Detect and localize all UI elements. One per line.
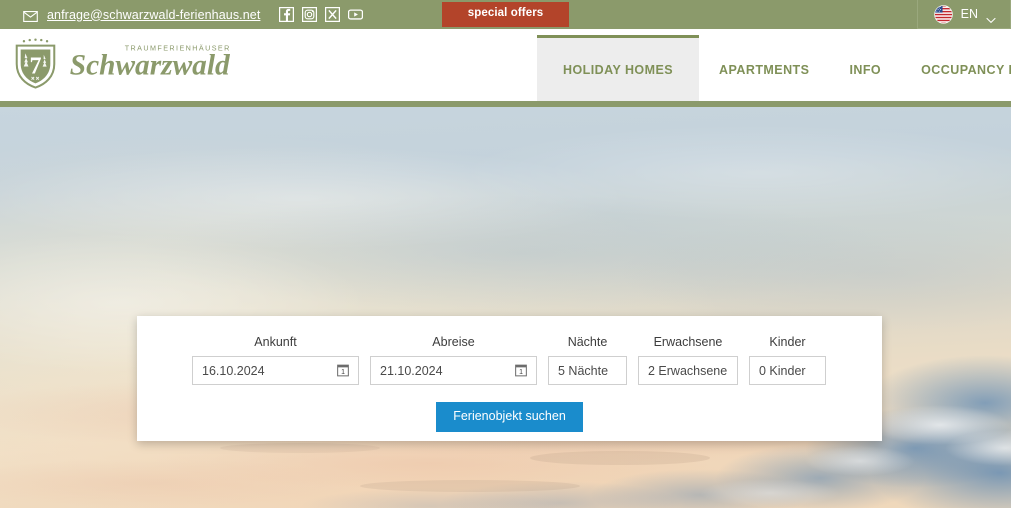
departure-date-value[interactable] bbox=[380, 363, 515, 378]
adults-value[interactable] bbox=[648, 363, 728, 378]
main-navigation: HOLIDAY HOMES APARTMENTS INFO OCCUPANCY … bbox=[537, 35, 1011, 101]
arrival-date-value[interactable] bbox=[202, 363, 337, 378]
youtube-icon[interactable] bbox=[348, 7, 364, 22]
field-adults-label: Erwachsene bbox=[653, 335, 723, 349]
field-adults: Erwachsene bbox=[638, 335, 738, 385]
us-flag-icon bbox=[933, 4, 953, 24]
field-children-label: Kinder bbox=[769, 335, 806, 349]
children-value[interactable] bbox=[759, 363, 816, 378]
svg-text:1: 1 bbox=[519, 369, 523, 376]
chevron-down-icon bbox=[986, 11, 996, 23]
field-nights-input[interactable] bbox=[548, 356, 627, 385]
nav-item-info[interactable]: INFO bbox=[829, 35, 901, 101]
field-children: Kinder bbox=[749, 335, 826, 385]
calendar-picker-icon[interactable]: 1 bbox=[337, 364, 349, 377]
facebook-icon[interactable] bbox=[279, 6, 295, 23]
x-twitter-icon[interactable] bbox=[325, 6, 341, 23]
site-header: 7 TRAUMFERIENHÄUSER Schwarzwald HOLIDAY … bbox=[0, 29, 1011, 103]
search-submit-row: Ferienobjekt suchen bbox=[137, 402, 882, 432]
field-children-input[interactable] bbox=[749, 356, 826, 385]
topbar-contact-group: anfrage@schwarzwald-ferienhaus.net bbox=[0, 0, 364, 29]
field-nights-label: Nächte bbox=[567, 335, 608, 349]
nav-item-holiday-homes[interactable]: HOLIDAY HOMES bbox=[537, 35, 700, 101]
field-departure-input[interactable]: 1 bbox=[370, 356, 537, 385]
nav-item-apartments[interactable]: APARTMENTS bbox=[699, 35, 829, 101]
language-label: EN bbox=[960, 7, 978, 21]
nav-item-occupancy-plan[interactable]: OCCUPANCY PLAN bbox=[901, 35, 1011, 101]
field-arrival-label: Ankunft bbox=[254, 335, 297, 349]
site-logo[interactable]: 7 TRAUMFERIENHÄUSER Schwarzwald bbox=[13, 37, 246, 89]
field-departure-label: Abreise bbox=[432, 335, 475, 349]
social-links bbox=[279, 6, 364, 23]
booking-search-card: Ankunft 1 Abreise bbox=[137, 316, 882, 441]
top-utility-bar: anfrage@schwarzwald-ferienhaus.net speci… bbox=[0, 0, 1011, 29]
field-nights: Nächte bbox=[548, 335, 627, 385]
hero-banner: Ankunft 1 Abreise bbox=[0, 103, 1011, 508]
special-offers-button[interactable]: special offers bbox=[441, 2, 570, 27]
svg-text:7: 7 bbox=[29, 54, 41, 80]
field-arrival: Ankunft 1 bbox=[192, 335, 359, 385]
field-arrival-input[interactable]: 1 bbox=[192, 356, 359, 385]
logo-wordmark-text: Schwarzwald bbox=[70, 49, 231, 81]
envelope-icon bbox=[23, 9, 38, 23]
search-submit-button[interactable]: Ferienobjekt suchen bbox=[436, 402, 583, 432]
language-selector[interactable]: EN bbox=[916, 0, 1011, 29]
instagram-icon[interactable] bbox=[302, 6, 318, 23]
field-departure: Abreise 1 bbox=[370, 335, 537, 385]
field-adults-input[interactable] bbox=[638, 356, 738, 385]
svg-text:1: 1 bbox=[341, 369, 345, 376]
shield-crest-icon: 7 bbox=[13, 37, 58, 89]
hero-sky-image bbox=[0, 103, 1011, 508]
logo-wordmark: TRAUMFERIENHÄUSER Schwarzwald bbox=[66, 38, 246, 89]
hero-top-divider bbox=[0, 103, 1011, 107]
contact-email-link[interactable]: anfrage@schwarzwald-ferienhaus.net bbox=[47, 8, 260, 22]
nights-value[interactable] bbox=[558, 363, 617, 378]
search-fields-row: Ankunft 1 Abreise bbox=[137, 316, 882, 385]
calendar-picker-icon[interactable]: 1 bbox=[515, 364, 527, 377]
